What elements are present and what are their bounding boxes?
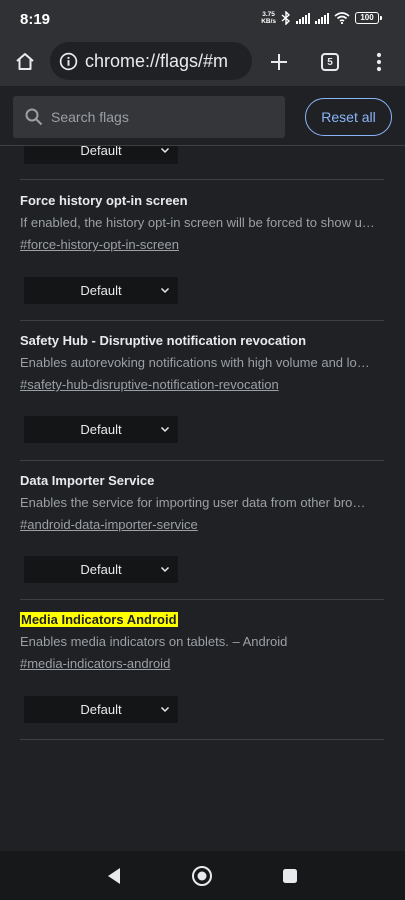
dropdown-value: Default [80, 562, 122, 577]
chevron-down-icon [160, 287, 170, 294]
flag-item: Media Indicators Android Enables media i… [20, 611, 384, 723]
omnibox[interactable]: chrome://flags/#m [50, 42, 252, 80]
bluetooth-icon [281, 11, 291, 25]
chevron-down-icon [160, 426, 170, 433]
back-button[interactable] [102, 864, 126, 888]
flag-dropdown[interactable]: Default [24, 416, 178, 443]
flag-dropdown[interactable]: Default [24, 696, 178, 723]
home-circle-icon [192, 866, 212, 886]
dropdown-value: Default [80, 422, 122, 437]
flag-title: Media Indicators Android [20, 612, 178, 627]
back-icon [108, 868, 120, 884]
flag-description: Enables the service for importing user d… [20, 495, 366, 510]
search-icon [25, 108, 43, 126]
url-text[interactable]: chrome://flags/#m [85, 51, 228, 72]
divider [20, 599, 384, 600]
flag-link[interactable]: #safety-hub-disruptive-notification-revo… [20, 376, 279, 394]
chevron-down-icon [160, 706, 170, 713]
info-icon[interactable] [59, 52, 78, 71]
status-icons: 3.75 KB/s 100 [261, 11, 382, 25]
divider [20, 320, 384, 321]
home-icon [16, 53, 34, 70]
plus-icon [271, 54, 287, 70]
new-tab-button[interactable] [261, 44, 297, 80]
recents-icon [283, 869, 297, 883]
divider [20, 739, 384, 740]
divider [20, 460, 384, 461]
flag-item: Data Importer Service Enables the servic… [20, 472, 384, 583]
system-nav-bar [0, 851, 405, 900]
dropdown-value: Default [80, 283, 122, 298]
flag-dropdown[interactable]: Default [24, 146, 178, 164]
recents-button[interactable] [278, 864, 302, 888]
flag-description: Enables media indicators on tablets. – A… [20, 634, 288, 649]
tab-switcher-icon: 5 [321, 53, 339, 71]
home-nav-button[interactable] [190, 864, 214, 888]
flag-dropdown[interactable]: Default [24, 556, 178, 583]
flag-dropdown[interactable]: Default [24, 277, 178, 304]
battery-icon: 100 [355, 12, 382, 24]
flag-title: Force history opt-in screen [20, 193, 188, 208]
dropdown-value: Default [80, 146, 122, 158]
more-vert-icon [376, 52, 382, 72]
reset-all-button[interactable]: Reset all [305, 98, 392, 136]
flag-title: Safety Hub - Disruptive notification rev… [20, 333, 307, 348]
menu-button[interactable] [361, 44, 397, 80]
home-button[interactable] [7, 44, 43, 80]
tab-switcher-button[interactable]: 5 [312, 44, 348, 80]
search-input[interactable] [51, 109, 271, 125]
net-speed: 3.75 KB/s [261, 11, 276, 25]
dropdown-value: Default [80, 702, 122, 717]
status-bar: 8:19 3.75 KB/s 100 [0, 0, 405, 38]
flag-item: Safety Hub - Disruptive notification rev… [20, 332, 384, 443]
signal-icon [315, 12, 329, 24]
flag-link[interactable]: #force-history-opt-in-screen [20, 236, 179, 254]
browser-toolbar: chrome://flags/#m 5 [0, 38, 405, 86]
chevron-down-icon [160, 566, 170, 573]
signal-icon [296, 12, 310, 24]
clock: 8:19 [20, 11, 51, 28]
flags-list: Default Force history opt-in screen If e… [0, 146, 405, 851]
wifi-icon [334, 12, 350, 24]
flags-header: Reset all [0, 86, 405, 146]
flag-link[interactable]: #media-indicators-android [20, 655, 170, 673]
search-box[interactable] [13, 96, 285, 138]
divider [20, 179, 384, 180]
flag-description: If enabled, the history opt-in screen wi… [20, 215, 375, 230]
flag-title: Data Importer Service [20, 473, 155, 488]
chevron-down-icon [160, 147, 170, 154]
flag-item: Force history opt-in screen If enabled, … [20, 192, 384, 304]
flag-link[interactable]: #android-data-importer-service [20, 516, 198, 534]
flag-description: Enables autorevoking notifications with … [20, 355, 370, 370]
